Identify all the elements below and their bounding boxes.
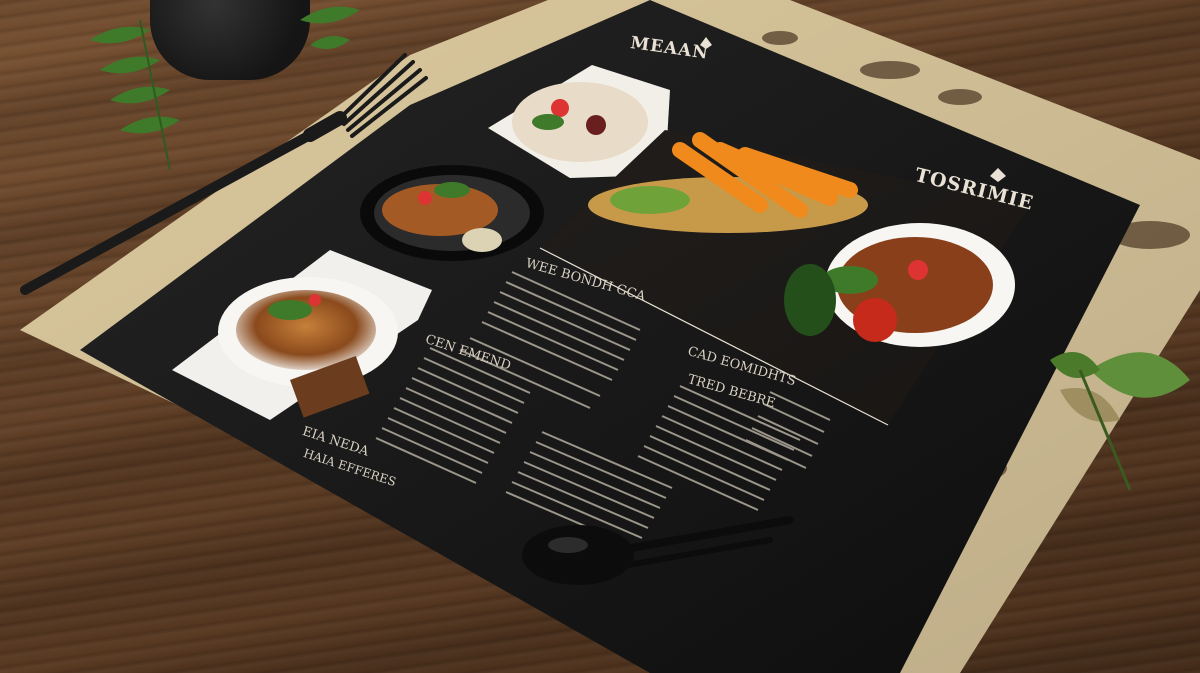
leaf-icon bbox=[1050, 352, 1190, 491]
spoon-icon bbox=[522, 516, 794, 585]
